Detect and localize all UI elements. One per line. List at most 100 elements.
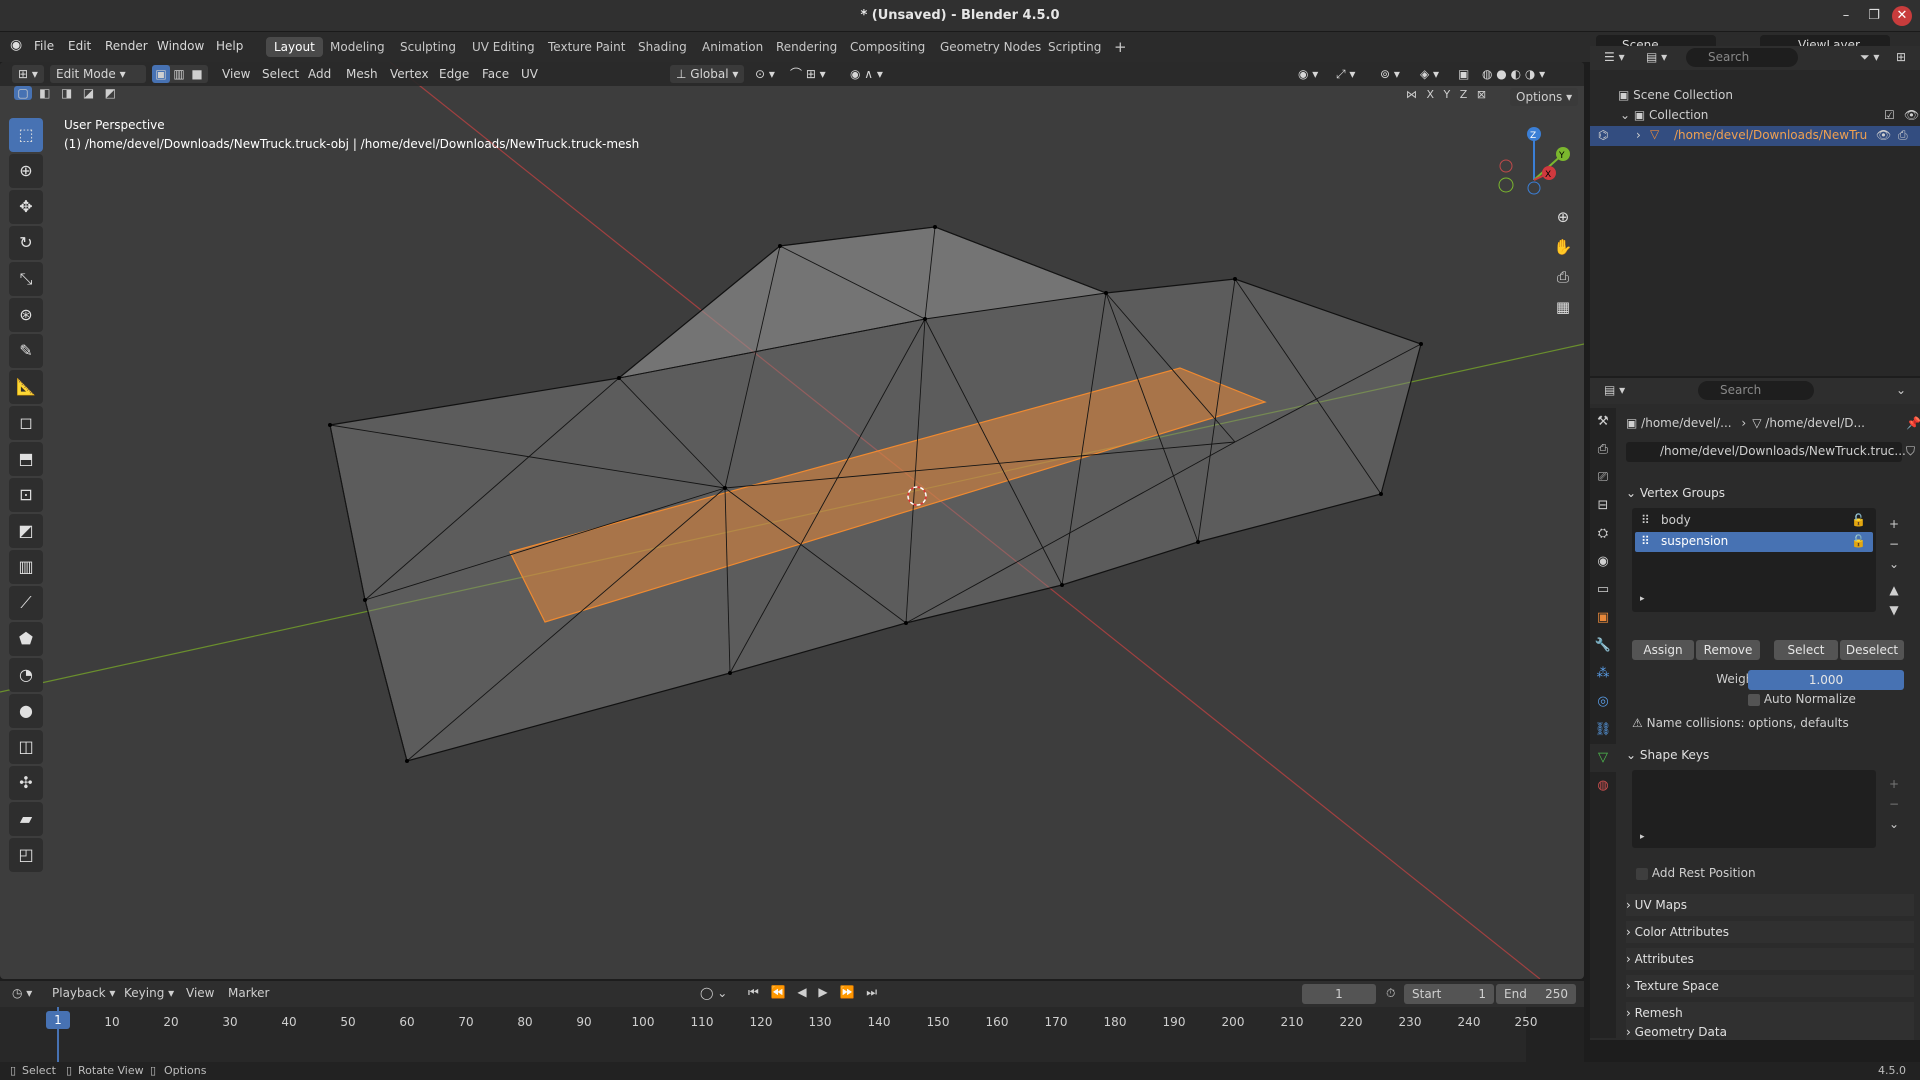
transform-tool-icon[interactable]: ⊛ xyxy=(9,298,43,332)
properties-options-icon[interactable]: ⌄ xyxy=(1896,383,1906,397)
edge-slide-tool-icon[interactable]: ◫ xyxy=(9,730,43,764)
modifier-tab-icon[interactable]: 🔧 xyxy=(1590,632,1616,660)
playback-controls[interactable]: ⏮ ⏪ ◀ ▶ ⏩ ⏭ xyxy=(748,985,881,1000)
outliner-editor-icon[interactable]: ☰ ▾ xyxy=(1604,50,1625,64)
attributes-panel[interactable]: › Attributes xyxy=(1626,948,1914,970)
marker-menu[interactable]: Marker xyxy=(228,986,269,1000)
snap-icon[interactable]: ⌒ ⊞ ▾ xyxy=(790,65,826,83)
proportional-edit-icon[interactable]: ◉ ∧ ▾ xyxy=(850,65,883,83)
add-group-icon[interactable]: + xyxy=(1884,514,1904,534)
menu-file[interactable]: File xyxy=(34,39,54,53)
rotate-tool-icon[interactable]: ↻ xyxy=(9,226,43,260)
poly-build-tool-icon[interactable]: ⬟ xyxy=(9,622,43,656)
menu-edge[interactable]: Edge xyxy=(439,65,469,83)
xray-icon[interactable]: ▣ xyxy=(1458,65,1469,83)
outliner-search[interactable]: Search xyxy=(1686,48,1798,67)
playback-menu[interactable]: Playback ▾ xyxy=(52,986,115,1000)
tab-compositing[interactable]: Compositing xyxy=(842,37,933,57)
physics-tab-icon[interactable]: ◎ xyxy=(1590,688,1616,716)
tab-uv-editing[interactable]: UV Editing xyxy=(464,37,543,57)
keying-menu[interactable]: Keying ▾ xyxy=(124,986,174,1000)
select-extend-icon[interactable]: ◧ xyxy=(36,86,54,100)
tab-texture-paint[interactable]: Texture Paint xyxy=(540,37,633,57)
tab-shading[interactable]: Shading xyxy=(630,37,695,57)
mesh-data-tab-icon[interactable]: ▽ xyxy=(1590,744,1616,772)
world-tab-icon[interactable]: ◉ xyxy=(1590,548,1616,576)
axis-z-toggle[interactable]: Z xyxy=(1460,88,1468,101)
vertex-groups-header[interactable]: ⌄ Vertex Groups xyxy=(1626,482,1914,504)
edge-select-icon[interactable]: ▥ xyxy=(170,65,188,83)
scale-tool-icon[interactable]: ⤡ xyxy=(9,262,43,296)
minimize-button[interactable]: – xyxy=(1836,6,1856,26)
vertex-group-item[interactable]: body ⠿ 🔓 xyxy=(1635,511,1873,531)
select-intersect-icon[interactable]: ◩ xyxy=(101,86,119,100)
menu-view[interactable]: View xyxy=(222,65,250,83)
measure-tool-icon[interactable]: 📐 xyxy=(9,370,43,404)
smooth-tool-icon[interactable]: ● xyxy=(9,694,43,728)
menu-uv[interactable]: UV xyxy=(521,65,538,83)
new-collection-icon[interactable]: ⊞ xyxy=(1896,50,1906,64)
shrink-fatten-tool-icon[interactable]: ✣ xyxy=(9,766,43,800)
select-box-tool-icon[interactable]: ⬚ xyxy=(9,118,43,152)
uv-maps-panel[interactable]: › UV Maps xyxy=(1626,894,1914,916)
shear-tool-icon[interactable]: ▰ xyxy=(9,802,43,836)
close-button[interactable]: ✕ xyxy=(1892,6,1912,26)
current-frame-field[interactable]: 1 xyxy=(1302,984,1376,1004)
camera-view-icon[interactable]: ⎙ xyxy=(1550,262,1576,292)
color-attributes-panel[interactable]: › Color Attributes xyxy=(1626,921,1914,943)
constraints-tab-icon[interactable]: ⛓ xyxy=(1590,716,1616,744)
spin-tool-icon[interactable]: ◔ xyxy=(9,658,43,692)
collection-eye-icon[interactable]: 👁 xyxy=(1904,108,1919,122)
scene-collection-row[interactable]: ▣ Scene Collection xyxy=(1618,88,1733,102)
expand-chevron-icon[interactable]: › xyxy=(1636,128,1641,142)
shape-key-list[interactable]: ▸ xyxy=(1632,770,1876,848)
assign-button[interactable]: Assign xyxy=(1632,640,1694,660)
visibility-icon[interactable]: ◉ ▾ xyxy=(1298,65,1318,83)
object-row[interactable]: ⌬ › ▽ /home/devel/Downloads/NewTru 👁 ⎙ xyxy=(1590,126,1920,146)
vertex-select-icon[interactable]: ▣ xyxy=(152,65,170,83)
tab-rendering[interactable]: Rendering xyxy=(768,37,845,57)
add-rest-checkbox[interactable] xyxy=(1636,867,1648,880)
pin-icon[interactable]: 📌 xyxy=(1906,416,1920,430)
auto-merge-icon[interactable]: ⊠ xyxy=(1477,88,1486,101)
menu-face[interactable]: Face xyxy=(482,65,509,83)
remove-shape-key-icon[interactable]: − xyxy=(1884,794,1904,814)
shape-key-specials-icon[interactable]: ⌄ xyxy=(1884,814,1904,834)
pan-hand-icon[interactable]: ✋ xyxy=(1550,232,1576,262)
menu-add[interactable]: Add xyxy=(308,65,331,83)
axis-x-toggle[interactable]: X xyxy=(1427,88,1435,101)
tab-animation[interactable]: Animation xyxy=(694,37,771,57)
list-expand-icon[interactable]: ▸ xyxy=(1640,594,1645,604)
tab-geometry-nodes[interactable]: Geometry Nodes xyxy=(932,37,1049,57)
timeline-editor-icon[interactable]: ◷ ▾ xyxy=(12,986,32,1000)
tab-modeling[interactable]: Modeling xyxy=(322,37,393,57)
menu-vertex[interactable]: Vertex xyxy=(390,65,429,83)
bevel-tool-icon[interactable]: ◩ xyxy=(9,514,43,548)
menu-help[interactable]: Help xyxy=(216,39,243,53)
list-expand-icon[interactable]: ▸ xyxy=(1640,832,1645,842)
remove-button[interactable]: Remove xyxy=(1696,640,1760,660)
cursor-tool-icon[interactable]: ⊕ xyxy=(9,154,43,188)
auto-normalize-row[interactable]: Auto Normalize xyxy=(1748,692,1856,706)
select-invert-icon[interactable]: ◪ xyxy=(79,86,97,100)
deselect-button[interactable]: Deselect xyxy=(1840,640,1904,660)
move-tool-icon[interactable]: ✥ xyxy=(9,190,43,224)
remove-group-icon[interactable]: − xyxy=(1884,534,1904,554)
start-frame-field[interactable]: Start 1 xyxy=(1404,984,1494,1004)
select-subtract-icon[interactable]: ◨ xyxy=(58,86,76,100)
preview-range-icon[interactable]: ⏱ xyxy=(1386,986,1395,1001)
properties-search[interactable]: Search xyxy=(1698,381,1814,400)
particles-tab-icon[interactable]: ⁂ xyxy=(1590,660,1616,688)
menu-window[interactable]: Window xyxy=(157,39,204,53)
scene-tab-icon[interactable]: ⛭ xyxy=(1590,520,1616,548)
object-eye-icon[interactable]: 👁 xyxy=(1876,128,1891,142)
tool-tab-icon[interactable]: ⚒ xyxy=(1590,408,1616,436)
lock-icon[interactable]: 🔓 xyxy=(1851,534,1866,548)
select-box-modes[interactable]: ▢ ◧ ◨ ◪ ◩ xyxy=(14,86,119,104)
blender-logo-icon[interactable]: ◉ xyxy=(10,37,22,53)
object-camera-icon[interactable]: ⎙ xyxy=(1898,128,1908,143)
group-specials-icon[interactable]: ⌄ xyxy=(1884,554,1904,574)
menu-mesh[interactable]: Mesh xyxy=(346,65,378,83)
mesh-canvas[interactable]: Z Y X xyxy=(0,62,1584,979)
face-select-icon[interactable]: ■ xyxy=(188,65,206,83)
